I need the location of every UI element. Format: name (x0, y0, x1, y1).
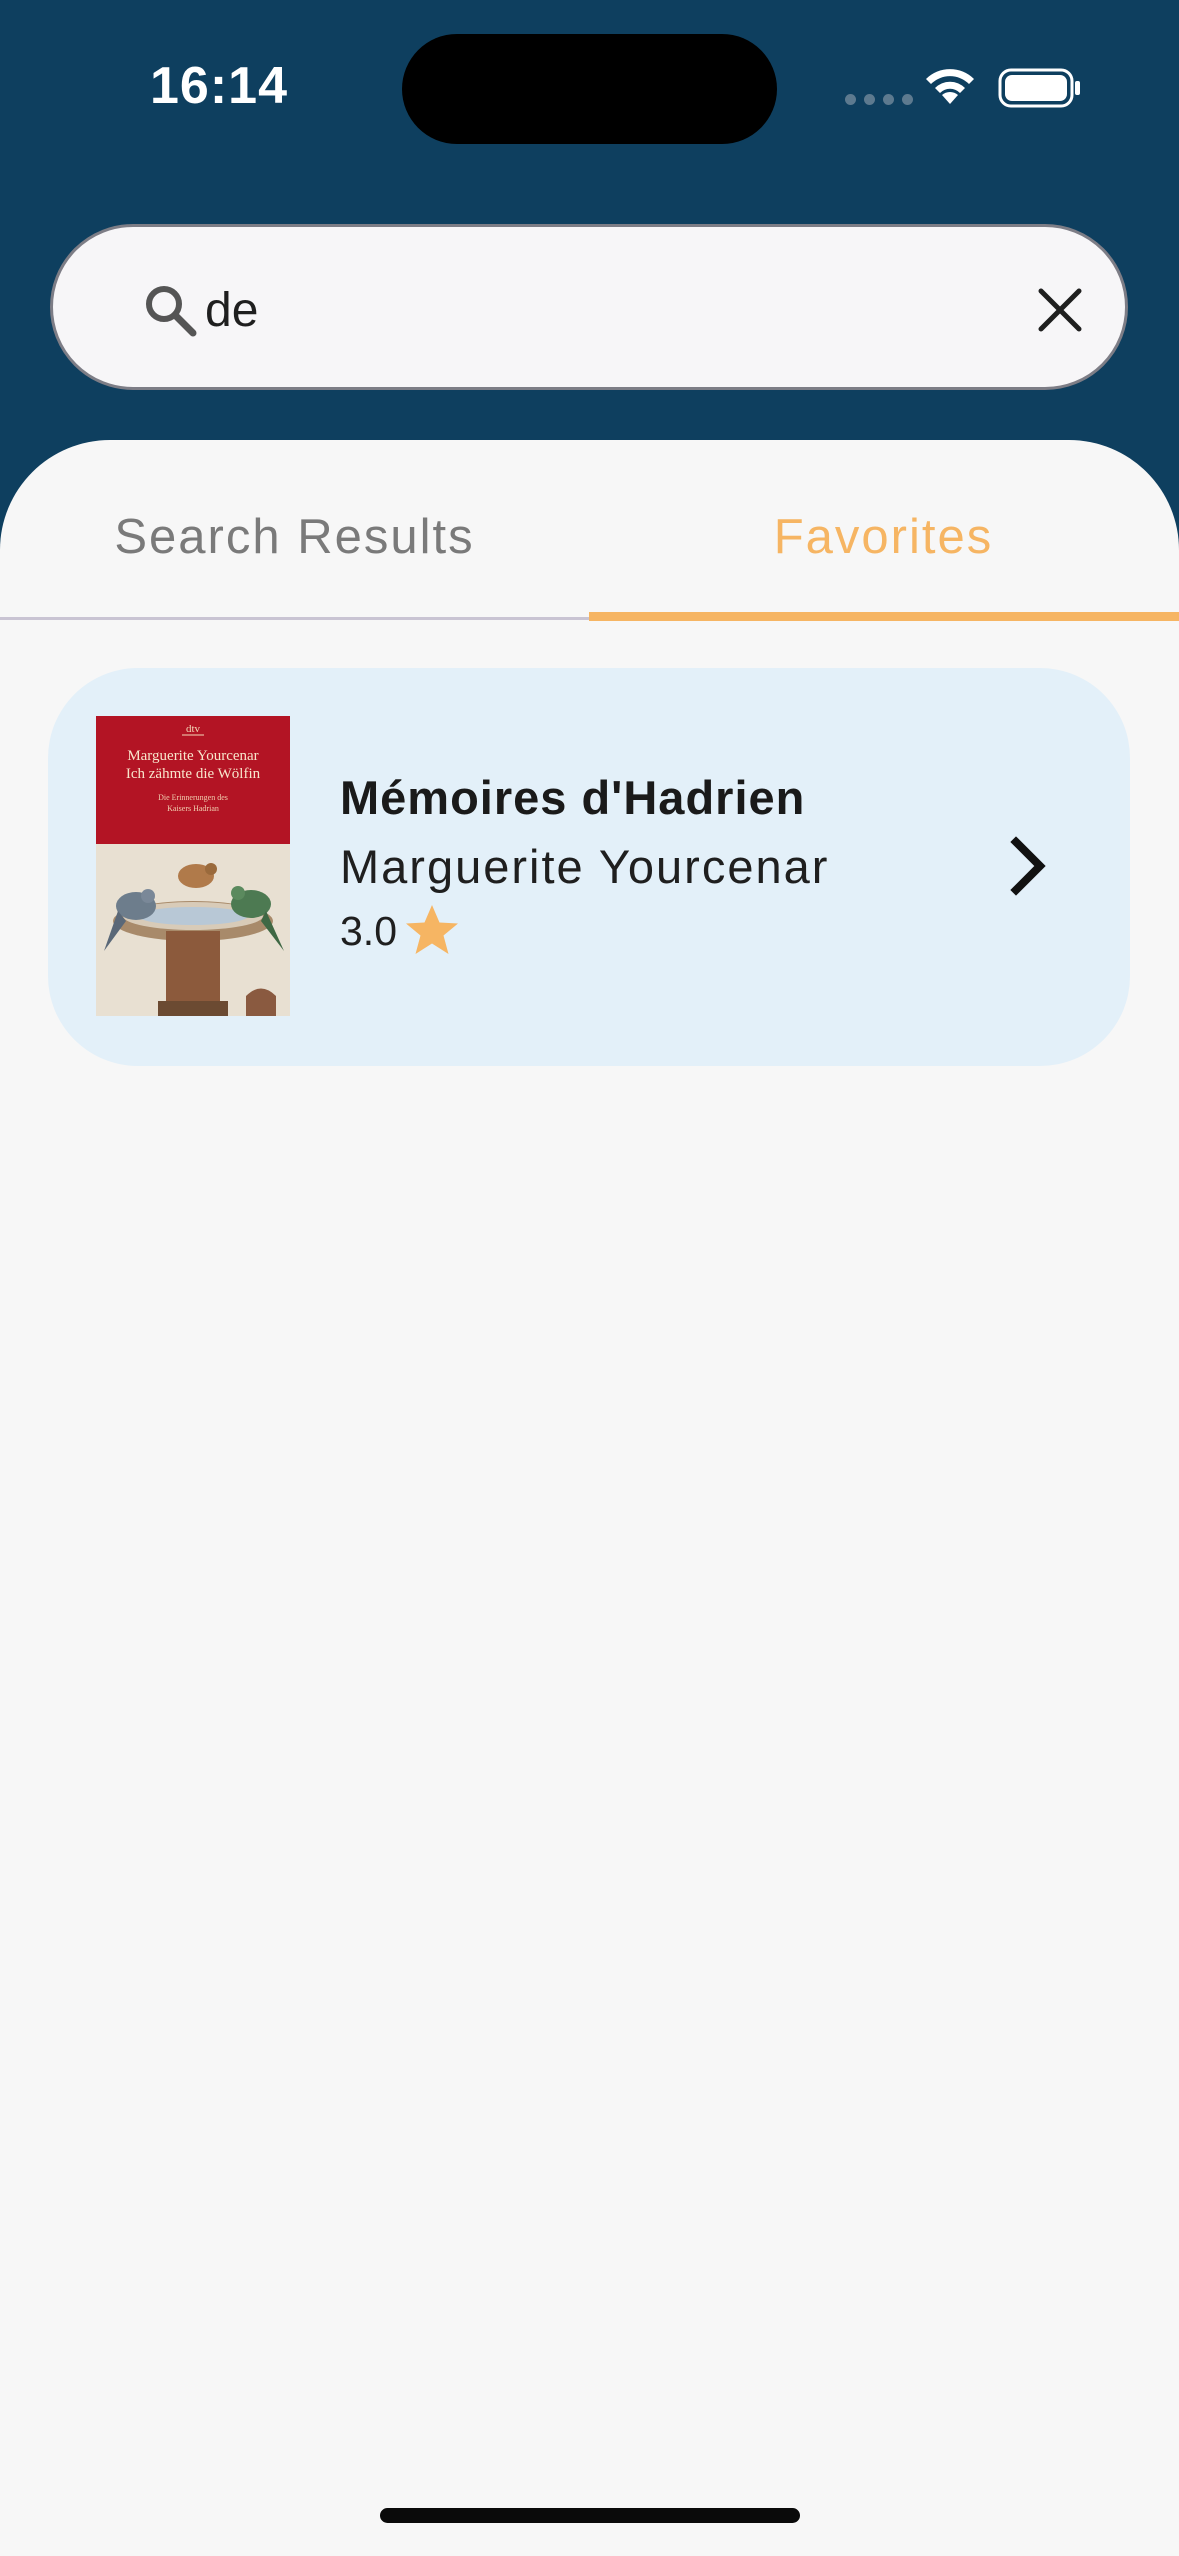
search-bar[interactable]: de (50, 224, 1128, 390)
book-rating-row: 3.0 (340, 902, 829, 960)
tab-favorites[interactable]: Favorites (589, 440, 1178, 620)
screen: 16:14 de Search Results Favorites dtv Ma… (0, 0, 1179, 2556)
content-sheet: Search Results Favorites dtv Marguerite … (0, 440, 1179, 2556)
close-icon[interactable] (1033, 283, 1087, 337)
home-indicator[interactable] (380, 2508, 800, 2523)
book-author: Marguerite Yourcenar (340, 840, 830, 893)
battery-icon (998, 68, 1080, 108)
book-list-item[interactable]: dtv Marguerite Yourcenar Ich zähmte die … (48, 668, 1130, 1066)
book-title: Mémoires d'Hadrien (340, 771, 806, 824)
cover-subtitle-1: Die Erinnerungen des (158, 793, 228, 802)
book-rating: 3.0 (340, 907, 397, 954)
status-time: 16:14 (150, 57, 288, 115)
star-icon (406, 905, 458, 954)
wifi-icon (926, 69, 974, 104)
search-input[interactable]: de (205, 283, 258, 338)
tab-bar: Search Results Favorites (0, 440, 1179, 621)
chevron-right-icon[interactable] (1006, 836, 1052, 896)
cover-publisher: dtv (186, 723, 201, 735)
cellular-signal-icon (845, 94, 913, 105)
book-cover-image: dtv Marguerite Yourcenar Ich zähmte die … (96, 716, 290, 1016)
search-icon (146, 286, 197, 337)
dynamic-island (402, 34, 777, 144)
cover-title: Ich zähmte die Wölfin (126, 766, 261, 782)
cover-subtitle-2: Kaisers Hadrian (167, 804, 219, 813)
book-info: Mémoires d'Hadrien Marguerite Yourcenar … (340, 768, 829, 960)
tab-search-results[interactable]: Search Results (0, 440, 589, 620)
cover-author: Marguerite Yourcenar (127, 748, 258, 764)
tab-indicator (589, 612, 1179, 621)
